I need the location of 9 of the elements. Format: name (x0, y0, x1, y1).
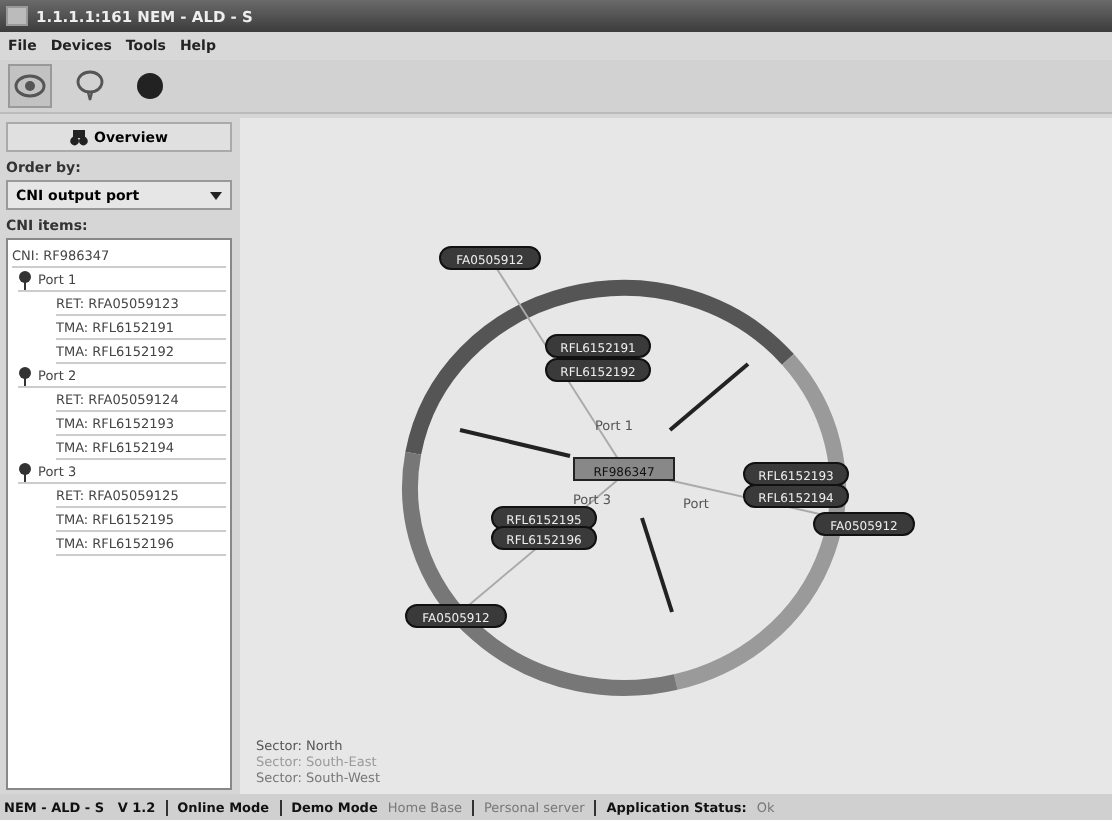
sector-boundary-line (668, 362, 750, 432)
pin-icon[interactable] (18, 365, 32, 385)
eye-icon[interactable] (8, 64, 52, 108)
sector-boundary-line (640, 517, 674, 613)
pin-icon[interactable] (18, 269, 32, 289)
binoculars-icon (70, 129, 89, 145)
pin-icon[interactable] (18, 461, 32, 481)
sector-boundary-line (459, 428, 571, 458)
app-icon (6, 6, 28, 26)
